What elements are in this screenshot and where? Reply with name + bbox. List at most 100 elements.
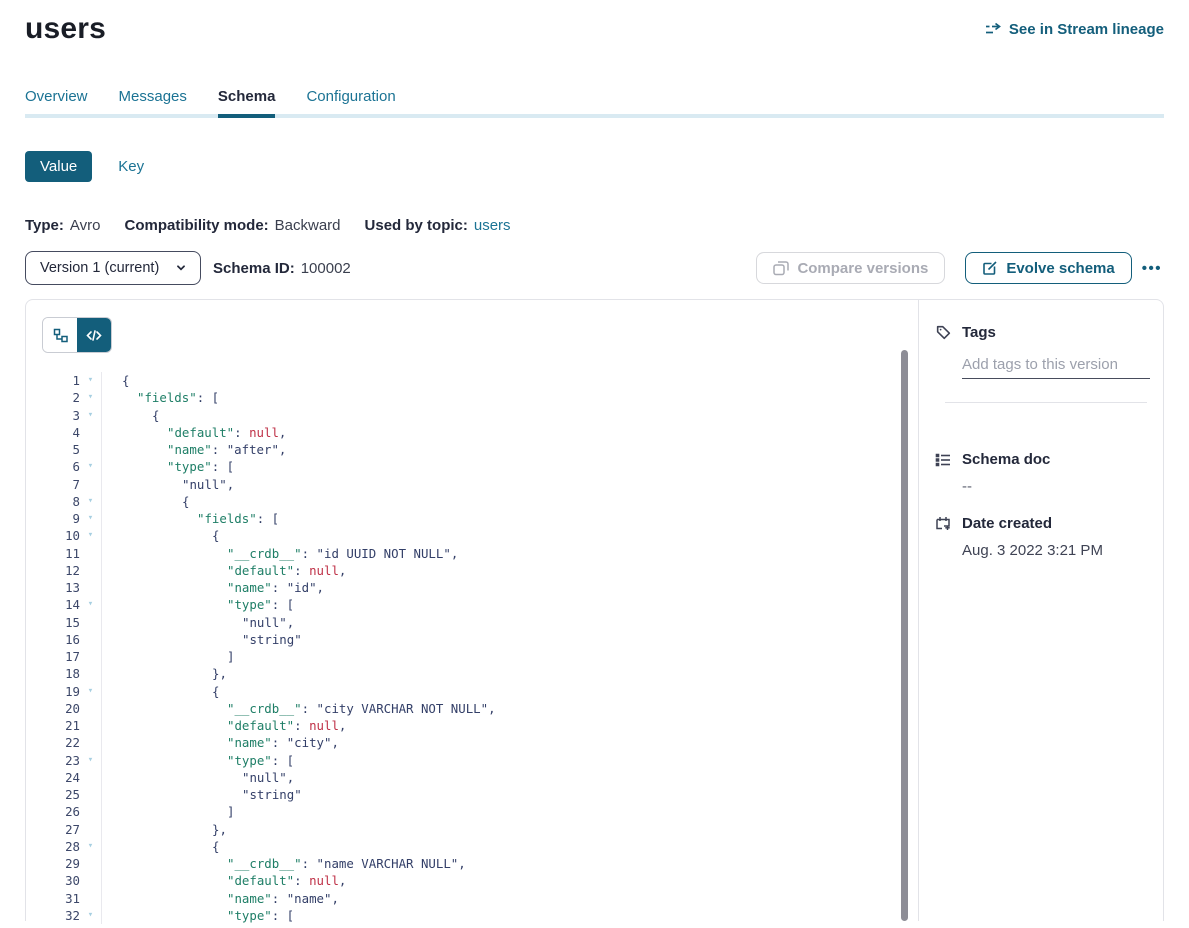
compatibility-label: Compatibility mode: bbox=[124, 217, 268, 234]
code-editor[interactable]: 1▾{2▾"fields": [3▾{4"default": null,5"na… bbox=[42, 372, 918, 924]
code-text: "type": [ bbox=[102, 458, 234, 475]
fold-gutter bbox=[80, 562, 102, 579]
fold-gutter bbox=[80, 734, 102, 751]
line-number: 2 bbox=[42, 389, 80, 406]
fold-toggle-icon[interactable]: ▾ bbox=[80, 527, 102, 544]
code-text: "default": null, bbox=[102, 424, 286, 441]
line-number: 18 bbox=[42, 665, 80, 682]
code-line: 1▾{ bbox=[42, 372, 918, 389]
more-actions-button[interactable]: ••• bbox=[1140, 256, 1164, 281]
view-mode-toggle bbox=[42, 317, 112, 353]
line-number: 28 bbox=[42, 838, 80, 855]
code-line: 26] bbox=[42, 803, 918, 820]
version-sidebar: Tags Schema bbox=[918, 300, 1163, 921]
line-number: 9 bbox=[42, 510, 80, 527]
code-text: ] bbox=[102, 803, 234, 820]
tab-configuration[interactable]: Configuration bbox=[306, 88, 395, 114]
type-label: Type: bbox=[25, 217, 64, 234]
line-number: 30 bbox=[42, 872, 80, 889]
code-line: 10▾{ bbox=[42, 527, 918, 544]
meta-topic: Used by topic: users bbox=[365, 217, 511, 234]
code-text: { bbox=[102, 407, 159, 424]
code-line: 19▾{ bbox=[42, 683, 918, 700]
fold-toggle-icon[interactable]: ▾ bbox=[80, 372, 102, 389]
code-view-button[interactable] bbox=[77, 318, 111, 352]
fold-gutter bbox=[80, 717, 102, 734]
code-line: 24"null", bbox=[42, 769, 918, 786]
value-toggle-button[interactable]: Value bbox=[25, 151, 92, 182]
stream-lineage-link[interactable]: See in Stream lineage bbox=[985, 21, 1164, 38]
code-line: 23▾"type": [ bbox=[42, 752, 918, 769]
fold-gutter bbox=[80, 424, 102, 441]
fold-toggle-icon[interactable]: ▾ bbox=[80, 458, 102, 475]
tab-messages[interactable]: Messages bbox=[119, 88, 187, 114]
evolve-schema-button[interactable]: Evolve schema bbox=[965, 252, 1131, 284]
meta-compatibility: Compatibility mode: Backward bbox=[124, 217, 340, 234]
stream-lineage-label: See in Stream lineage bbox=[1009, 21, 1164, 38]
line-number: 1 bbox=[42, 372, 80, 389]
line-number: 15 bbox=[42, 614, 80, 631]
code-text: { bbox=[102, 527, 219, 544]
line-number: 7 bbox=[42, 476, 80, 493]
line-number: 12 bbox=[42, 562, 80, 579]
line-number: 22 bbox=[42, 734, 80, 751]
line-number: 8 bbox=[42, 493, 80, 510]
fold-toggle-icon[interactable]: ▾ bbox=[80, 493, 102, 510]
compare-versions-button[interactable]: Compare versions bbox=[756, 252, 945, 284]
line-number: 20 bbox=[42, 700, 80, 717]
fold-toggle-icon[interactable]: ▾ bbox=[80, 907, 102, 924]
code-text: "name": "after", bbox=[102, 441, 286, 458]
schema-toolbar: Version 1 (current) Schema ID: 100002 Co… bbox=[25, 251, 1164, 285]
evolve-schema-label: Evolve schema bbox=[1006, 260, 1114, 277]
code-text: "name": "id", bbox=[102, 579, 324, 596]
fold-toggle-icon[interactable]: ▾ bbox=[80, 407, 102, 424]
code-line: 13"name": "id", bbox=[42, 579, 918, 596]
code-line: 29"__crdb__": "name VARCHAR NULL", bbox=[42, 855, 918, 872]
topic-link[interactable]: users bbox=[474, 217, 511, 234]
code-line: 31"name": "name", bbox=[42, 890, 918, 907]
compatibility-value: Backward bbox=[275, 217, 341, 234]
code-line: 22"name": "city", bbox=[42, 734, 918, 751]
fold-toggle-icon[interactable]: ▾ bbox=[80, 752, 102, 769]
fold-toggle-icon[interactable]: ▾ bbox=[80, 510, 102, 527]
line-number: 24 bbox=[42, 769, 80, 786]
line-number: 31 bbox=[42, 890, 80, 907]
fold-toggle-icon[interactable]: ▾ bbox=[80, 683, 102, 700]
code-text: { bbox=[102, 683, 219, 700]
schema-doc-section: Schema doc -- bbox=[935, 451, 1147, 495]
tree-view-button[interactable] bbox=[43, 318, 77, 352]
code-text: "__crdb__": "city VARCHAR NOT NULL", bbox=[102, 700, 496, 717]
tab-schema[interactable]: Schema bbox=[218, 88, 276, 118]
chevron-down-icon bbox=[174, 261, 188, 275]
line-number: 11 bbox=[42, 545, 80, 562]
code-text: "type": [ bbox=[102, 907, 294, 924]
fold-gutter bbox=[80, 579, 102, 596]
version-select[interactable]: Version 1 (current) bbox=[25, 251, 201, 285]
line-number: 19 bbox=[42, 683, 80, 700]
code-line: 28▾{ bbox=[42, 838, 918, 855]
line-number: 6 bbox=[42, 458, 80, 475]
editor-scrollbar-thumb[interactable] bbox=[901, 350, 908, 921]
schema-doc-title-row: Schema doc bbox=[935, 451, 1147, 468]
schema-id: Schema ID: 100002 bbox=[213, 260, 351, 277]
code-text: "__crdb__": "name VARCHAR NULL", bbox=[102, 855, 466, 872]
date-created-section: Date created Aug. 3 2022 3:21 PM bbox=[935, 515, 1147, 559]
fold-toggle-icon[interactable]: ▾ bbox=[80, 596, 102, 613]
code-line: 25"string" bbox=[42, 786, 918, 803]
sidebar-divider bbox=[945, 402, 1147, 403]
line-number: 10 bbox=[42, 527, 80, 544]
fold-gutter bbox=[80, 890, 102, 907]
fold-gutter bbox=[80, 665, 102, 682]
tags-input[interactable] bbox=[962, 356, 1150, 379]
fold-toggle-icon[interactable]: ▾ bbox=[80, 838, 102, 855]
tags-title: Tags bbox=[962, 324, 996, 341]
schema-id-value: 100002 bbox=[301, 260, 351, 277]
tab-overview[interactable]: Overview bbox=[25, 88, 88, 114]
value-key-toggle: Value Key bbox=[25, 151, 1164, 182]
code-line: 30"default": null, bbox=[42, 872, 918, 889]
key-toggle-button[interactable]: Key bbox=[118, 158, 144, 175]
type-value: Avro bbox=[70, 217, 101, 234]
fold-toggle-icon[interactable]: ▾ bbox=[80, 389, 102, 406]
code-text: "null", bbox=[102, 476, 234, 493]
fold-gutter bbox=[80, 648, 102, 665]
